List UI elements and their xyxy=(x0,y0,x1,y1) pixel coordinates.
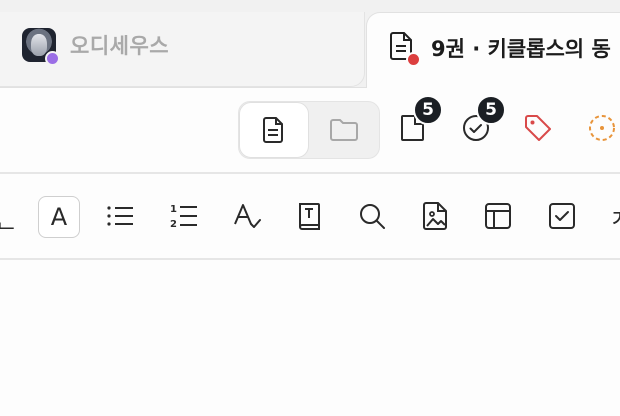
numbered-list-button[interactable]: 1 2 xyxy=(164,196,204,236)
image-file-icon xyxy=(423,201,449,231)
text-style-button[interactable] xyxy=(228,196,268,236)
statue-face xyxy=(31,34,47,56)
tab-bar: 오디세우스 9권 · 키클롭스의 동 xyxy=(0,0,620,93)
table-button[interactable] xyxy=(478,196,518,236)
tasks-button[interactable]: 5 xyxy=(460,95,506,144)
search-icon xyxy=(358,202,386,230)
document-icon xyxy=(262,116,286,144)
svg-text:2: 2 xyxy=(170,219,177,230)
tag-button[interactable] xyxy=(522,112,554,144)
checkbox-button[interactable] xyxy=(542,196,582,236)
tab-cyclops-chapter[interactable]: 9권 · 키클롭스의 동 xyxy=(366,12,620,93)
pages-count-badge: 5 xyxy=(413,95,443,125)
font-a-glyph: A xyxy=(50,203,68,231)
partial-glyph: ㅈ xyxy=(609,199,620,234)
dictionary-button[interactable] xyxy=(290,196,330,236)
format-toolbar: ᆫ A 1 2 xyxy=(0,174,620,258)
avatar xyxy=(22,28,60,66)
tag-icon xyxy=(523,113,553,143)
status-dot-red xyxy=(406,52,421,67)
tab-title: 9권 · 키클롭스의 동 xyxy=(431,37,611,61)
partial-glyph: ᆫ xyxy=(0,204,18,233)
status-button[interactable] xyxy=(586,112,618,144)
dashed-circle-icon xyxy=(587,113,617,143)
tab-odysseus[interactable]: 오디세우스 xyxy=(0,12,365,87)
bullet-list-icon xyxy=(105,203,135,229)
folder-view-button[interactable] xyxy=(309,102,379,158)
table-icon xyxy=(484,202,512,230)
view-toolbar: 5 5 xyxy=(0,88,620,172)
status-dot-purple xyxy=(45,51,60,66)
editor-area[interactable] xyxy=(0,260,620,416)
tab-title: 오디세우스 xyxy=(70,34,170,58)
document-view-button[interactable] xyxy=(239,102,309,158)
view-toggle xyxy=(238,101,380,159)
partial-right-button[interactable]: ㅈ xyxy=(600,196,620,236)
image-button[interactable] xyxy=(416,196,456,236)
svg-text:1: 1 xyxy=(170,204,177,215)
document-icon xyxy=(389,31,421,67)
folder-icon xyxy=(329,118,359,142)
bullet-list-button[interactable] xyxy=(100,196,140,236)
tasks-count-badge: 5 xyxy=(476,95,506,125)
checkbox-icon xyxy=(548,202,576,230)
search-button[interactable] xyxy=(352,196,392,236)
partial-left-button[interactable]: ᆫ xyxy=(0,196,26,236)
font-button[interactable]: A xyxy=(38,196,80,238)
pages-button[interactable]: 5 xyxy=(397,95,443,144)
book-icon xyxy=(297,201,323,231)
numbered-list-icon: 1 2 xyxy=(169,202,199,230)
text-check-icon xyxy=(233,202,263,230)
